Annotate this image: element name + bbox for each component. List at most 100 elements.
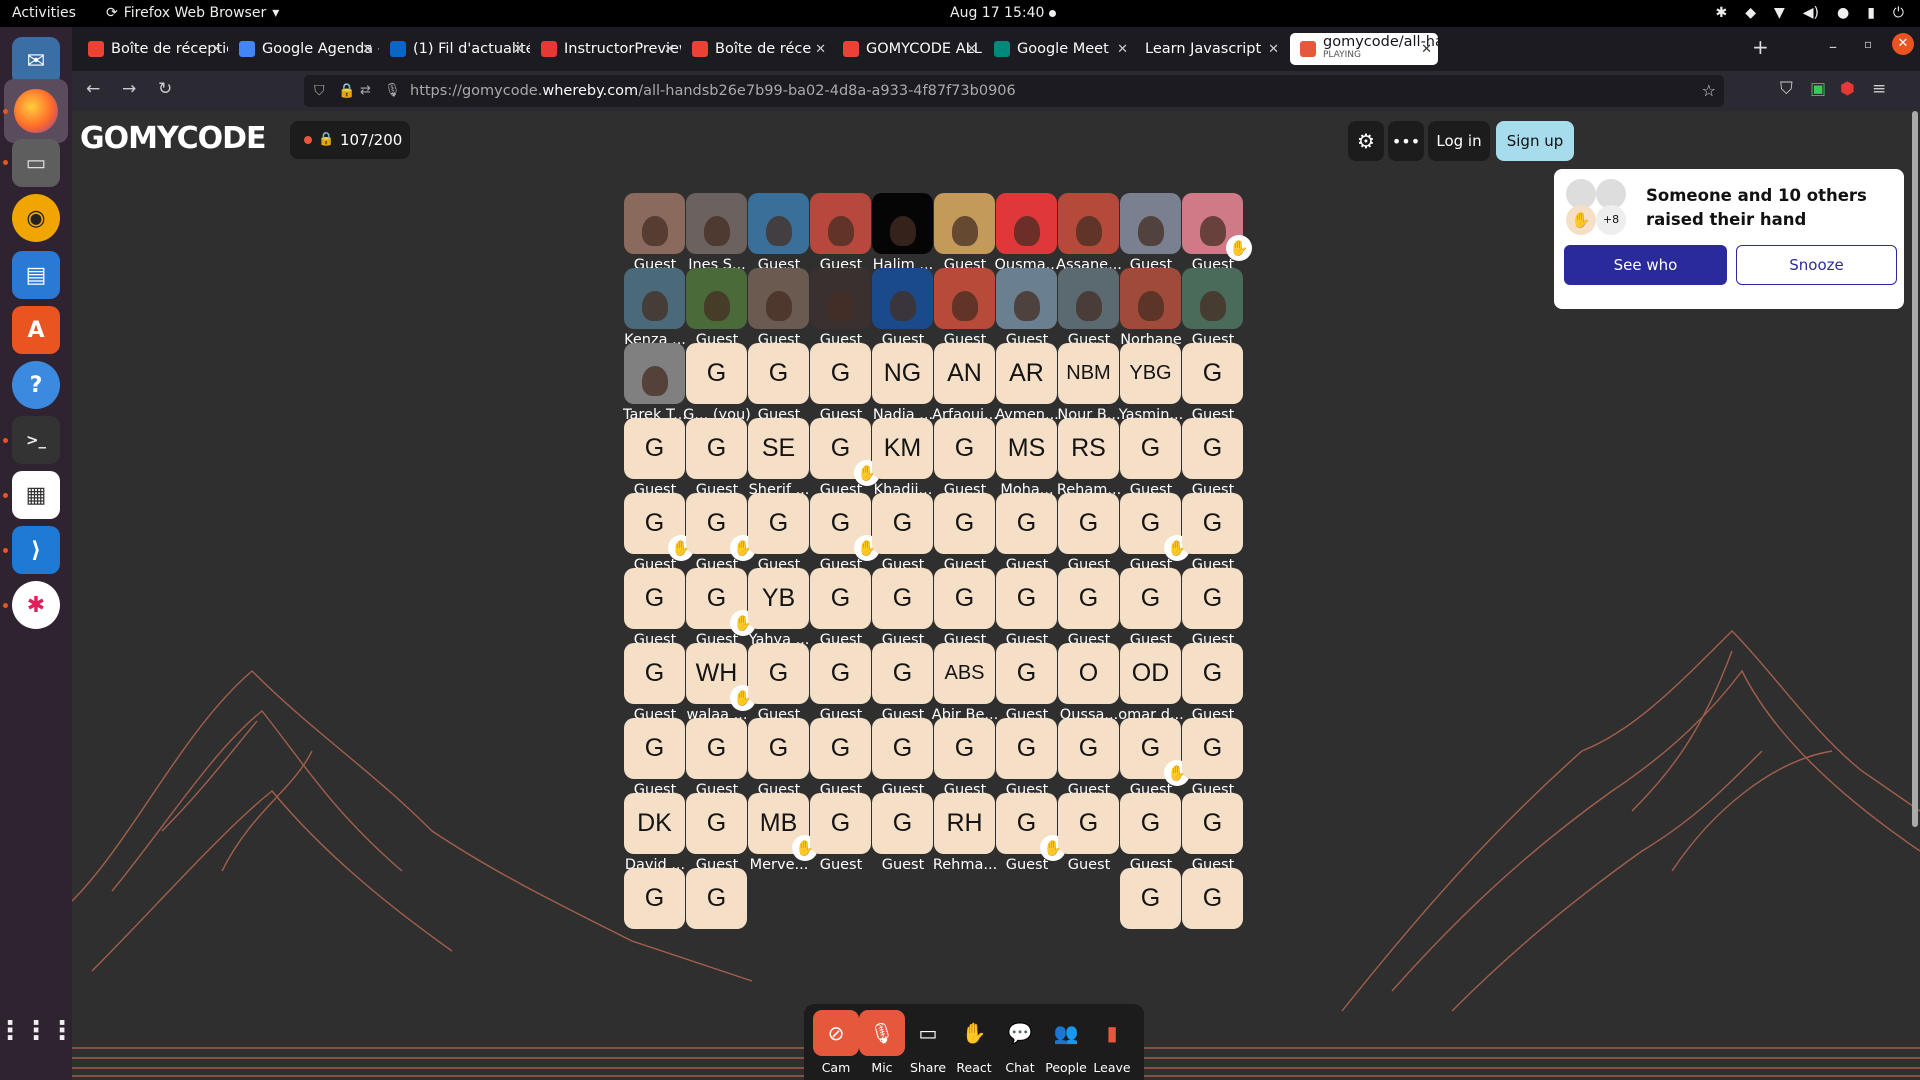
- chat-button[interactable]: 💬 Chat: [996, 1010, 1044, 1076]
- snooze-button[interactable]: Snooze: [1736, 245, 1897, 285]
- participant-tile[interactable]: NBM: [1058, 343, 1119, 404]
- participant-tile[interactable]: G: [996, 643, 1057, 704]
- participant-tile[interactable]: G: [624, 418, 685, 479]
- restore-button[interactable]: ▫: [1864, 37, 1872, 51]
- close-tab-icon[interactable]: ✕: [815, 42, 826, 57]
- activities-button[interactable]: Activities: [12, 0, 76, 27]
- participant-tile[interactable]: G: [872, 793, 933, 854]
- slack-icon[interactable]: ✱: [12, 581, 60, 629]
- permissions-icon[interactable]: ⇄: [360, 75, 371, 107]
- participant-tile[interactable]: G: [810, 643, 871, 704]
- participant-tile[interactable]: ABS: [934, 643, 995, 704]
- participant-tile[interactable]: G: [1120, 418, 1181, 479]
- participant-tile[interactable]: G: [1058, 493, 1119, 554]
- participant-tile[interactable]: G: [624, 643, 685, 704]
- participant-tile[interactable]: G: [810, 343, 871, 404]
- wifi-icon[interactable]: ▼: [1774, 0, 1785, 27]
- tab[interactable]: Learn Javascript ✕: [1135, 33, 1285, 65]
- forward-icon[interactable]: →: [122, 79, 136, 99]
- participant-tile[interactable]: G: [748, 493, 809, 554]
- pocket-icon[interactable]: ⛉: [1780, 79, 1793, 99]
- participant-tile[interactable]: G: [1058, 793, 1119, 854]
- participant-tile[interactable]: G: [624, 718, 685, 779]
- shield-icon[interactable]: ⛉: [314, 75, 325, 107]
- participant-tile[interactable]: G: [934, 718, 995, 779]
- participant-tile[interactable]: G: [872, 493, 933, 554]
- participant-tile[interactable]: [748, 193, 809, 254]
- menu-icon[interactable]: ≡: [1872, 79, 1886, 99]
- close-tab-icon[interactable]: ✕: [513, 42, 524, 57]
- participant-tile[interactable]: [1120, 268, 1181, 329]
- participant-tile[interactable]: [872, 268, 933, 329]
- participant-tile[interactable]: G: [934, 568, 995, 629]
- settings-button[interactable]: ⚙: [1348, 121, 1384, 161]
- participant-tile[interactable]: AR: [996, 343, 1057, 404]
- participant-tile[interactable]: G: [872, 718, 933, 779]
- leave-button[interactable]: ▮ Leave: [1088, 1010, 1136, 1076]
- participant-tile[interactable]: YBG: [1120, 343, 1181, 404]
- participant-tile[interactable]: G: [1182, 343, 1243, 404]
- participant-tile[interactable]: G: [996, 718, 1057, 779]
- app-menu[interactable]: ⟳ Firefox Web Browser ▾: [106, 0, 279, 27]
- tray-app-icon[interactable]: ◆: [1745, 0, 1756, 27]
- files-icon[interactable]: ▭: [12, 139, 60, 187]
- participant-tile[interactable]: [934, 193, 995, 254]
- close-tab-icon[interactable]: ✕: [211, 42, 222, 57]
- participant-tile[interactable]: [624, 193, 685, 254]
- participant-tile[interactable]: [624, 268, 685, 329]
- participant-tile[interactable]: G: [996, 568, 1057, 629]
- participant-tile[interactable]: G: [934, 418, 995, 479]
- participant-tile[interactable]: G: [1182, 643, 1243, 704]
- participant-tile[interactable]: G: [686, 718, 747, 779]
- tab[interactable]: GOMYCODE ALL H✕: [833, 33, 983, 65]
- participant-tile[interactable]: G: [1182, 568, 1243, 629]
- thunderbird-icon[interactable]: ✉: [12, 37, 60, 85]
- more-options-button[interactable]: •••: [1388, 121, 1424, 161]
- close-tab-icon[interactable]: ✕: [1268, 42, 1279, 57]
- mic-button[interactable]: 🎙 Mic: [858, 1010, 906, 1076]
- login-button[interactable]: Log in: [1428, 121, 1490, 161]
- signup-button[interactable]: Sign up: [1496, 121, 1574, 161]
- participant-tile[interactable]: G: [624, 868, 685, 929]
- participant-tile[interactable]: G: [1120, 568, 1181, 629]
- close-tab-icon[interactable]: ✕: [362, 42, 373, 57]
- tab[interactable]: Google Meet ✕: [984, 33, 1134, 65]
- lock-icon[interactable]: 🔒: [338, 75, 355, 107]
- battery-icon[interactable]: ▮: [1867, 0, 1875, 27]
- participant-tile[interactable]: [1058, 268, 1119, 329]
- participant-tile[interactable]: KM: [872, 418, 933, 479]
- participant-tile[interactable]: G: [1058, 568, 1119, 629]
- tab[interactable]: (1) Fil d'actualité | L✕: [380, 33, 530, 65]
- participant-tile[interactable]: G: [1182, 418, 1243, 479]
- volume-icon[interactable]: ◀): [1803, 0, 1819, 27]
- people-button[interactable]: 👥 People: [1042, 1010, 1090, 1076]
- participant-tile[interactable]: G: [1182, 868, 1243, 929]
- participant-tile[interactable]: G: [748, 718, 809, 779]
- participant-tile[interactable]: G: [934, 493, 995, 554]
- participant-tile[interactable]: G: [686, 793, 747, 854]
- participant-tile[interactable]: [1182, 268, 1243, 329]
- participant-tile[interactable]: G: [686, 868, 747, 929]
- new-tab-button[interactable]: +: [1752, 35, 1769, 59]
- participant-tile[interactable]: G: [810, 568, 871, 629]
- show-apps-icon[interactable]: ⋮⋮⋮: [0, 1007, 75, 1055]
- participant-tile[interactable]: G: [1120, 793, 1181, 854]
- see-who-button[interactable]: See who: [1564, 245, 1727, 285]
- close-tab-icon[interactable]: ✕: [1421, 42, 1432, 57]
- participant-tile[interactable]: G: [686, 418, 747, 479]
- participant-tile[interactable]: [624, 343, 685, 404]
- mic-tray-icon[interactable]: ●: [1837, 0, 1849, 27]
- participant-tile[interactable]: O: [1058, 643, 1119, 704]
- adblock-icon[interactable]: ⬢: [1840, 79, 1855, 99]
- participant-tile[interactable]: [1058, 193, 1119, 254]
- firefox-icon[interactable]: [4, 79, 68, 143]
- participant-tile[interactable]: SE: [748, 418, 809, 479]
- share-button[interactable]: ▭ Share: [904, 1010, 952, 1076]
- software-icon[interactable]: A: [12, 306, 60, 354]
- participant-tile[interactable]: G: [1058, 718, 1119, 779]
- scrollbar[interactable]: [1912, 111, 1918, 827]
- vscode-icon[interactable]: ⟩: [12, 526, 60, 574]
- participant-tile[interactable]: [872, 193, 933, 254]
- clock[interactable]: Aug 17 15:40: [950, 0, 1056, 27]
- close-window-button[interactable]: ✕: [1892, 33, 1914, 55]
